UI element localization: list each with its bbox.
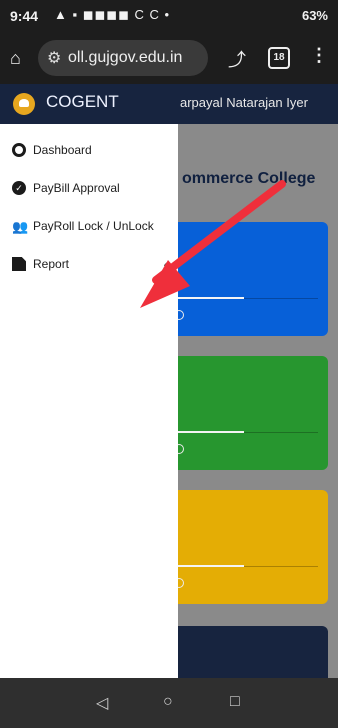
sidebar-item-dashboard[interactable]: Dashboard xyxy=(0,134,178,168)
annotation-arrow xyxy=(140,180,286,308)
tab-switcher[interactable]: 18 xyxy=(268,47,290,69)
status-indicators: ▲ ▪ ◼◼◼◼ C C • xyxy=(54,7,171,22)
check-circle-icon: ✓ xyxy=(12,181,26,195)
site-settings-icon[interactable]: ⚙ xyxy=(47,48,61,68)
status-time: 9:44 xyxy=(10,8,39,24)
cogent-logo-icon xyxy=(13,93,35,115)
recent-apps-icon[interactable]: □ xyxy=(230,693,240,711)
android-navigation-bar: ◁ ○ □ xyxy=(0,678,338,728)
sidebar-brand[interactable]: COGENT xyxy=(0,84,178,124)
brand-name: COGENT xyxy=(46,92,119,111)
dashboard-card-green[interactable] xyxy=(168,356,328,470)
card-progress xyxy=(178,431,244,433)
sidebar: COGENT Dashboard ✓ PayBill Approval 👥 Pa… xyxy=(0,84,178,678)
address-text[interactable]: oll.gujgov.edu.in xyxy=(68,49,182,67)
browser-toolbar: ⌂ ⚙ oll.gujgov.edu.in ⤴ 18 ⋮ xyxy=(0,32,338,84)
status-bar: 9:44 ▲ ▪ ◼◼◼◼ C C • 63% xyxy=(0,0,338,32)
user-name: arpayal Natarajan Iyer xyxy=(180,95,308,110)
battery-label: 63% xyxy=(301,8,328,23)
home-circle-icon[interactable]: ○ xyxy=(163,693,173,711)
back-icon[interactable]: ◁ xyxy=(96,693,108,713)
share-icon[interactable]: ⤴ xyxy=(228,46,246,72)
address-bar[interactable]: ⚙ oll.gujgov.edu.in xyxy=(38,40,208,76)
web-page: arpayal Natarajan Iyer ommerce College C… xyxy=(0,84,338,678)
file-icon xyxy=(12,257,26,271)
annotation-arrow-shaft xyxy=(152,180,286,284)
sidebar-item-label: Dashboard xyxy=(33,143,92,157)
sidebar-item-label: PayBill Approval xyxy=(33,181,120,195)
more-menu-icon[interactable]: ⋮ xyxy=(310,45,328,66)
card-progress xyxy=(178,565,244,567)
tachometer-icon xyxy=(12,143,26,157)
annotation-arrow-head xyxy=(140,260,190,308)
user-plus-icon: 👥 xyxy=(12,219,29,234)
sidebar-item-label: Report xyxy=(33,257,70,271)
home-icon[interactable]: ⌂ xyxy=(10,48,30,68)
dashboard-card-dark[interactable] xyxy=(168,626,328,678)
dashboard-card-yellow[interactable] xyxy=(168,490,328,604)
